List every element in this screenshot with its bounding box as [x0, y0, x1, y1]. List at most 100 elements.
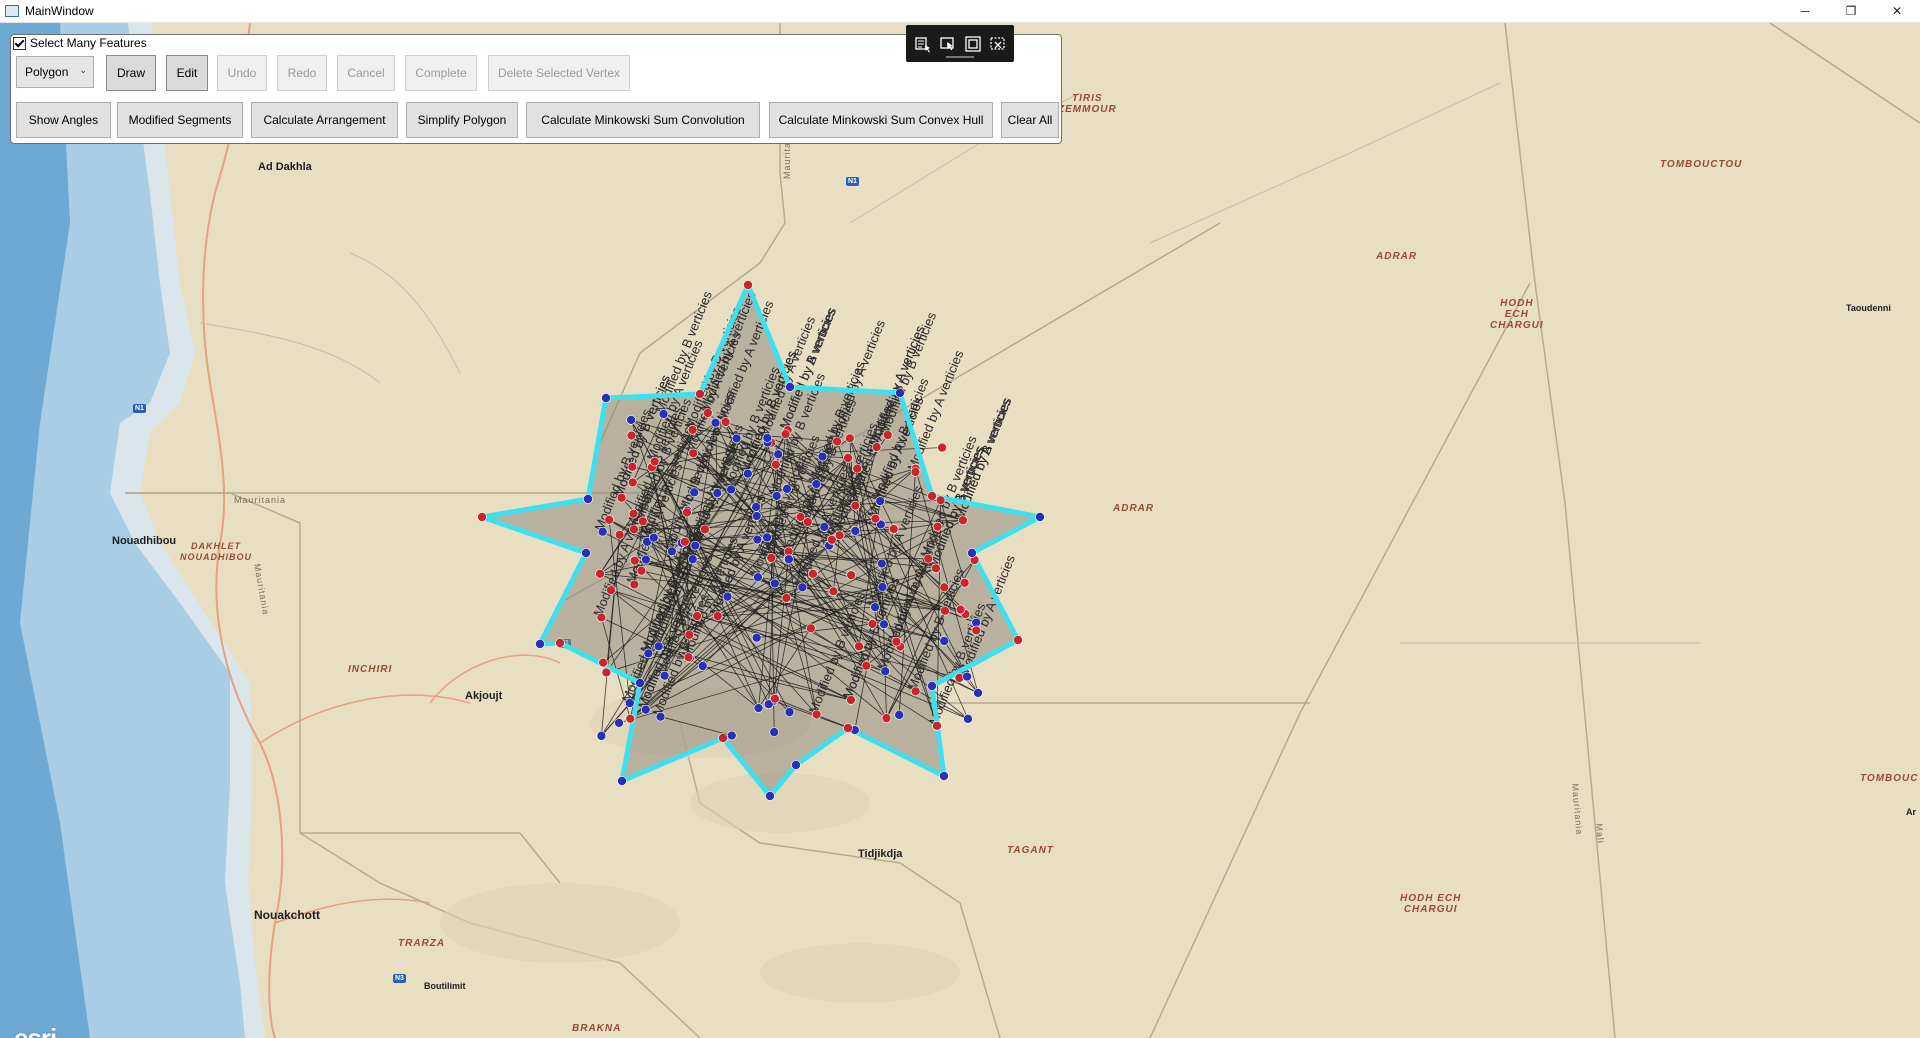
minkowski-convex-hull-button[interactable]: Calculate Minkowski Sum Convex Hull	[769, 102, 993, 138]
minimize-button[interactable]: ─	[1782, 0, 1828, 22]
vertex-b-point	[753, 703, 764, 713]
vertex-b-point	[762, 532, 772, 543]
vertex-a-point	[700, 524, 710, 535]
edit-button[interactable]: Edit	[166, 55, 208, 91]
vertex-b-point	[784, 554, 794, 565]
vertex-a-point	[891, 636, 902, 647]
polygon-vertex	[967, 548, 977, 558]
vertex-a-point	[649, 456, 660, 467]
vertex-a-point	[595, 568, 605, 579]
frame-select-icon[interactable]	[964, 35, 982, 53]
polygon-vertex	[927, 491, 937, 501]
vertex-b-point	[743, 468, 753, 479]
vertex-a-point	[828, 586, 839, 597]
polygon-vertex	[765, 791, 775, 801]
vertex-a-point	[846, 570, 856, 580]
polygon-vertex	[785, 382, 795, 392]
vertex-b-point	[731, 433, 742, 444]
window-titlebar: MainWindow ─ ❐ ✕	[0, 0, 1920, 23]
restore-button[interactable]: ❐	[1828, 0, 1874, 22]
polygon-vertex	[718, 733, 728, 743]
vertex-b-point	[939, 636, 950, 646]
vertex-b-point	[726, 484, 736, 495]
vertex-b-point	[894, 710, 904, 720]
vertex-b-point	[640, 704, 651, 715]
vertex-a-point	[935, 495, 946, 506]
vertex-b-point	[690, 540, 701, 551]
minkowski-convolution-button[interactable]: Calculate Minkowski Sum Convolution	[526, 102, 760, 138]
undo-button[interactable]: Undo	[217, 55, 267, 91]
dropdown-value: Polygon	[25, 65, 69, 79]
close-button[interactable]: ✕	[1874, 0, 1920, 22]
delete-selected-vertex-button[interactable]: Delete Selected Vertex	[488, 55, 630, 91]
modified-segments-button[interactable]: Modified Segments	[117, 102, 243, 138]
window-title: MainWindow	[25, 4, 94, 18]
vertex-a-point	[867, 619, 878, 629]
vertex-b-point	[762, 433, 773, 443]
checkbox-check-icon[interactable]	[13, 36, 26, 50]
selection-toolbar	[906, 25, 1014, 62]
draw-button[interactable]: Draw	[106, 55, 156, 91]
vertex-b-point	[626, 415, 636, 425]
cancel-button[interactable]: Cancel	[337, 55, 395, 91]
vertex-b-point	[782, 484, 792, 494]
vertex-b-point	[817, 451, 828, 462]
vertex-a-point	[870, 513, 881, 524]
chevron-down-icon: ⌄	[79, 65, 87, 75]
vertex-a-point	[971, 625, 982, 636]
vertex-a-point	[688, 448, 699, 459]
vertex-a-point	[780, 429, 791, 439]
vertex-b-point	[963, 714, 973, 724]
polygon-vertex	[927, 681, 937, 691]
vertex-a-point	[932, 721, 942, 731]
vertex-b-point	[667, 546, 677, 557]
redo-button[interactable]: Redo	[277, 55, 327, 91]
vertex-a-point	[638, 516, 648, 527]
vertex-a-point	[720, 417, 731, 427]
clear-selection-icon[interactable]	[989, 35, 1007, 53]
vertex-a-point	[629, 555, 640, 566]
geometry-type-dropdown[interactable]: Polygon ⌄	[16, 56, 94, 88]
vertex-b-point	[710, 417, 721, 428]
vertex-b-point	[752, 534, 763, 545]
vertex-a-point	[629, 579, 640, 590]
vertex-b-point	[876, 558, 887, 569]
complete-button[interactable]: Complete	[405, 55, 477, 91]
vertex-a-point	[636, 565, 647, 576]
vertex-a-point	[850, 500, 861, 511]
vertex-b-point	[659, 670, 670, 681]
select-many-checkbox[interactable]: Select Many Features	[13, 36, 147, 50]
select-by-attributes-icon[interactable]	[914, 35, 932, 53]
vertex-b-point	[973, 688, 983, 698]
toolbar-grip[interactable]	[946, 56, 974, 58]
editing-toolbar: Select Many Features Polygon ⌄ Draw Edit…	[10, 34, 1062, 144]
polygon-vertex	[601, 393, 611, 403]
vertex-a-point	[629, 524, 639, 535]
graphics-overlay[interactable]: Modified by A verticiesModified by B ver…	[0, 23, 1920, 1038]
select-cursor-icon[interactable]	[939, 35, 957, 53]
simplify-polygon-button[interactable]: Simplify Polygon	[406, 102, 518, 138]
polygon-vertex	[791, 760, 801, 770]
vertex-a-point	[614, 529, 625, 540]
vertex-b-point	[769, 727, 779, 737]
vertex-b-point	[850, 526, 861, 536]
vertex-b-point	[643, 648, 654, 659]
clear-all-button[interactable]: Clear All	[1001, 102, 1059, 138]
vertex-b-point	[614, 718, 624, 728]
vertex-a-point	[627, 462, 638, 472]
map-view[interactable]: Ad Dakhla Nouadhibou Akjoujt Nouakchott …	[0, 23, 1920, 1038]
vertex-b-point	[712, 488, 723, 498]
vertex-b-point	[722, 591, 733, 602]
polygon-vertex	[617, 776, 627, 786]
polygon-vertex	[1035, 512, 1045, 522]
show-angles-button[interactable]: Show Angles	[16, 102, 111, 138]
app-icon	[5, 5, 19, 17]
calculate-arrangement-button[interactable]: Calculate Arrangement	[251, 102, 398, 138]
vertex-b-point	[653, 641, 664, 652]
vertex-b-point	[877, 582, 888, 592]
vertex-a-point	[601, 667, 612, 678]
polygon-vertex	[635, 678, 645, 688]
vertex-b-point	[687, 554, 698, 565]
vertex-a-point	[770, 693, 780, 704]
polygon-vertex	[583, 494, 593, 504]
